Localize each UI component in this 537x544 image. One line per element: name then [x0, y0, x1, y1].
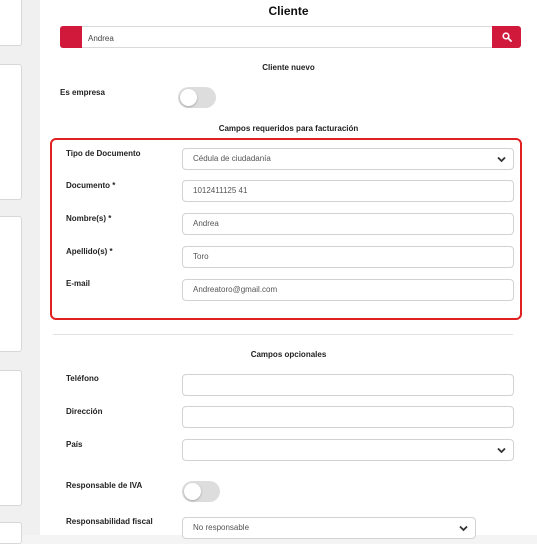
documento-label: Documento * [66, 181, 116, 190]
apellidos-label: Apellido(s) * [66, 247, 113, 256]
pais-label: País [66, 440, 83, 449]
tipo-documento-value: Cédula de ciudadanía [193, 154, 271, 163]
section-divider [53, 334, 513, 335]
es-empresa-label: Es empresa [60, 88, 105, 97]
toggle-knob [184, 483, 201, 500]
page-title: Cliente [268, 4, 309, 18]
chevron-down-icon [497, 447, 506, 454]
pais-select[interactable] [182, 439, 514, 461]
responsabilidad-fiscal-value: No responsable [193, 523, 250, 532]
apellidos-input[interactable]: Toro [182, 246, 514, 268]
tipo-documento-select[interactable]: Cédula de ciudadanía [182, 148, 514, 170]
nombres-input[interactable]: Andrea [182, 213, 514, 235]
email-input[interactable]: Andreatoro@gmail.com [182, 279, 514, 301]
es-empresa-toggle[interactable] [178, 87, 216, 108]
apellidos-value: Toro [193, 252, 209, 261]
direccion-label: Dirección [66, 407, 103, 416]
responsable-iva-toggle[interactable] [182, 481, 220, 502]
documento-input[interactable]: 1012411125 41 [182, 180, 514, 202]
section-title-optional: Campos opcionales [250, 350, 327, 359]
telefono-label: Teléfono [66, 374, 99, 383]
search-icon [501, 32, 512, 42]
chevron-down-icon [459, 525, 468, 532]
direccion-input[interactable] [182, 406, 514, 428]
chevron-down-icon [497, 156, 506, 163]
left-card[interactable] [0, 370, 22, 506]
client-search-bar [60, 26, 521, 48]
search-button[interactable] [492, 26, 521, 48]
client-form-panel: Cliente Cliente nuevo Es empresa Campos … [40, 0, 537, 539]
email-value: Andreatoro@gmail.com [193, 285, 278, 294]
responsabilidad-fiscal-label: Responsabilidad fiscal [66, 517, 153, 526]
telefono-input[interactable] [182, 374, 514, 396]
search-accent [60, 26, 82, 48]
client-search-input[interactable] [86, 29, 490, 47]
left-panel [0, 0, 40, 544]
responsable-iva-label: Responsable de IVA [66, 481, 143, 490]
left-card[interactable] [0, 522, 22, 544]
nombres-label: Nombre(s) * [66, 214, 112, 223]
section-title-new-client: Cliente nuevo [262, 63, 315, 72]
tipo-documento-label: Tipo de Documento [66, 149, 141, 158]
toggle-knob [180, 89, 197, 106]
responsabilidad-fiscal-select[interactable]: No responsable [182, 517, 476, 539]
email-label: E-mail [66, 279, 91, 288]
documento-value: 1012411125 41 [193, 186, 248, 195]
section-title-required: Campos requeridos para facturación [218, 124, 359, 133]
nombres-value: Andrea [193, 219, 219, 228]
left-card[interactable] [0, 64, 22, 200]
left-card[interactable] [0, 216, 22, 352]
left-card[interactable] [0, 0, 22, 46]
